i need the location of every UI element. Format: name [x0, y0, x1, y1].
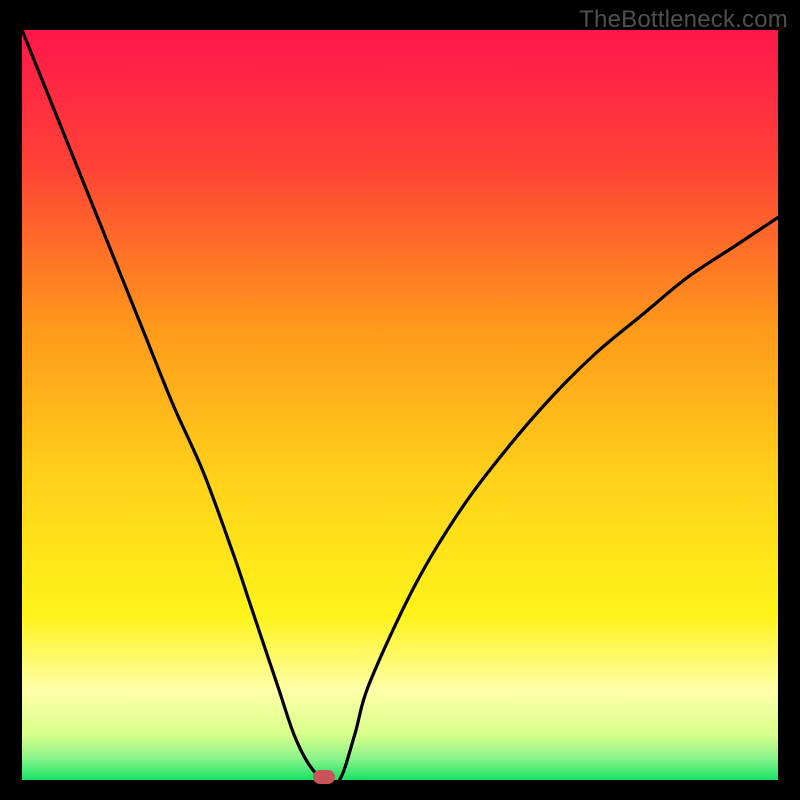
watermark-text: TheBottleneck.com [579, 6, 788, 34]
gradient-background [22, 30, 778, 780]
chart-frame: TheBottleneck.com [0, 0, 800, 800]
optimum-marker [313, 770, 335, 784]
chart-svg [22, 30, 778, 780]
plot-area [22, 30, 778, 780]
